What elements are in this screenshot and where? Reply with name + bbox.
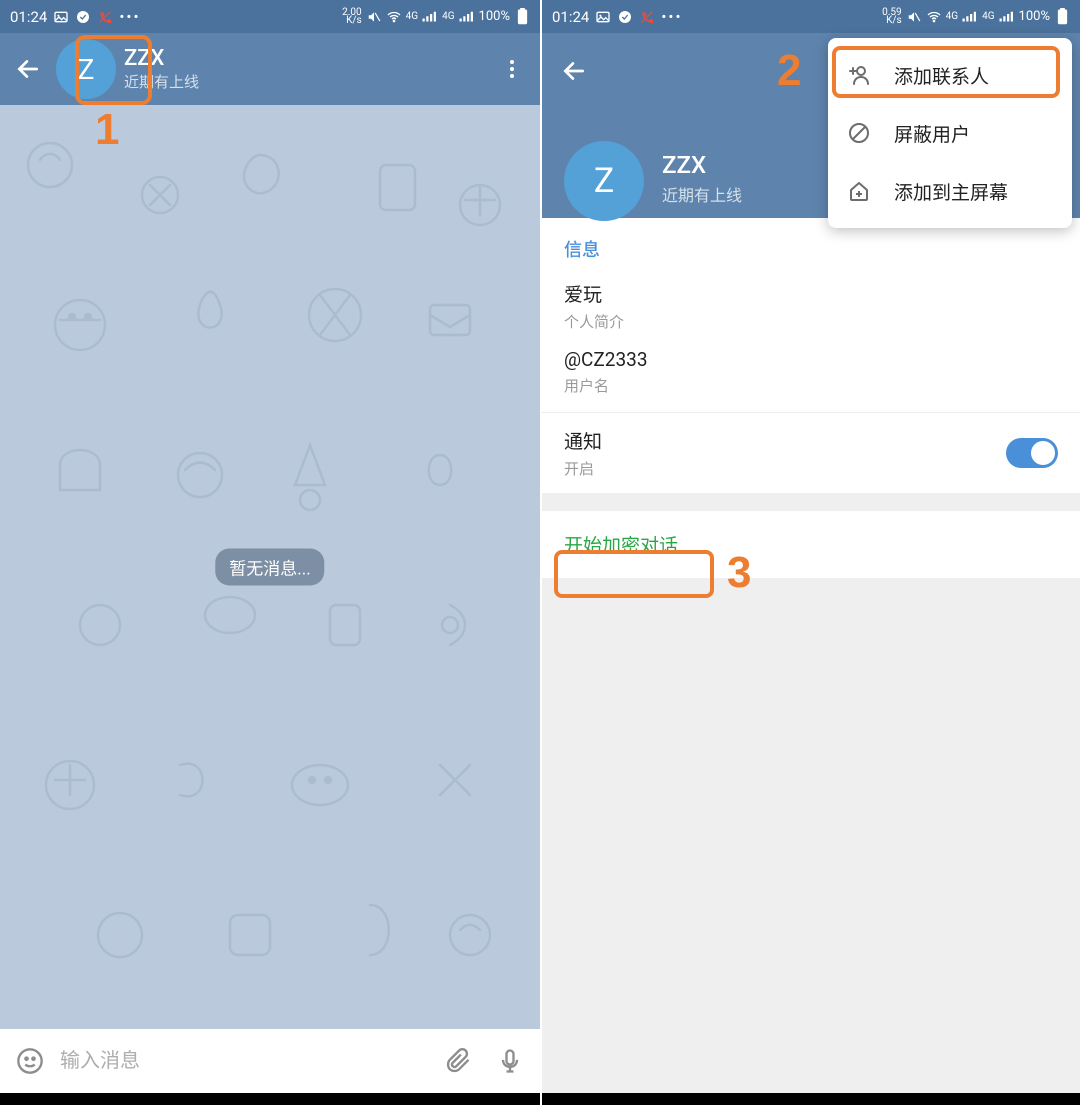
status-time: 01:24 bbox=[10, 8, 47, 26]
phone-off-icon bbox=[97, 9, 113, 25]
more-dots-icon-r: ••• bbox=[661, 8, 682, 26]
menu-add-contact[interactable]: 添加联系人 bbox=[828, 46, 1072, 104]
username-label: 用户名 bbox=[564, 375, 1058, 396]
notification-row[interactable]: 通知 开启 bbox=[564, 427, 1058, 479]
signal-4g-label-r2: 4G bbox=[982, 11, 994, 22]
chat-body[interactable]: 暂无消息... bbox=[0, 105, 540, 1029]
bio-value: 爱玩 bbox=[564, 280, 1058, 307]
android-nav-bar-right bbox=[542, 1093, 1080, 1105]
mute-icon-r bbox=[906, 9, 922, 25]
bio-row[interactable]: 爱玩 个人简介 bbox=[564, 280, 1058, 332]
profile-info-section: 信息 爱玩 个人简介 @CZ2333 用户名 通知 开启 bbox=[542, 218, 1080, 493]
signal-4g-label: 4G bbox=[406, 11, 418, 22]
signal-bars-icon-r2 bbox=[999, 9, 1015, 25]
chat-avatar[interactable]: Z bbox=[56, 39, 116, 99]
net-speed-indicator-r: 0.59K/s bbox=[882, 9, 902, 24]
smile-icon bbox=[16, 1047, 44, 1075]
chat-header: Z ZZX 近期有上线 bbox=[0, 33, 540, 105]
status-bar-right: 01:24 ••• 0.59K/s 4G 4G 100% bbox=[542, 0, 1080, 33]
profile-filler bbox=[542, 578, 1080, 1093]
divider bbox=[542, 412, 1080, 413]
arrow-left-icon bbox=[561, 58, 587, 84]
status-time-r: 01:24 bbox=[552, 8, 589, 26]
chat-name: ZZX bbox=[124, 46, 492, 71]
wifi-icon-r bbox=[926, 9, 942, 25]
battery-icon bbox=[514, 9, 530, 25]
emoji-button[interactable] bbox=[8, 1039, 52, 1083]
notification-toggle[interactable] bbox=[1006, 438, 1058, 468]
menu-block-user[interactable]: 屏蔽用户 bbox=[828, 104, 1072, 162]
home-plus-icon bbox=[846, 178, 872, 204]
mute-icon bbox=[366, 9, 382, 25]
secret-chat-label: 开始加密对话 bbox=[564, 534, 678, 557]
menu-block-user-label: 屏蔽用户 bbox=[894, 120, 970, 147]
avatar-letter: Z bbox=[78, 53, 95, 86]
signal-bars-icon-2 bbox=[459, 9, 475, 25]
check-icon bbox=[75, 9, 91, 25]
section-gap bbox=[542, 493, 1080, 511]
android-nav-bar-left bbox=[0, 1093, 540, 1105]
image-icon bbox=[53, 9, 69, 25]
status-bar-left: 01:24 ••• 2.00K/s 4G 4G 100% bbox=[0, 0, 540, 33]
voice-button[interactable] bbox=[488, 1039, 532, 1083]
net-speed-indicator: 2.00K/s bbox=[342, 9, 362, 24]
empty-chat-text: 暂无消息... bbox=[229, 560, 310, 580]
back-button[interactable] bbox=[8, 49, 48, 89]
message-input[interactable] bbox=[60, 1050, 428, 1073]
menu-add-contact-label: 添加联系人 bbox=[894, 62, 989, 89]
profile-name: ZZX bbox=[662, 151, 742, 179]
username-value: @CZ2333 bbox=[564, 348, 1058, 371]
more-options-button[interactable] bbox=[492, 49, 532, 89]
profile-back-button[interactable] bbox=[554, 51, 594, 91]
annotation-number-2: 2 bbox=[777, 46, 801, 96]
arrow-left-icon bbox=[15, 56, 41, 82]
check-icon-r bbox=[617, 9, 633, 25]
signal-4g-label-r: 4G bbox=[946, 11, 958, 22]
profile-avatar-letter: Z bbox=[594, 161, 614, 201]
battery-icon-r bbox=[1054, 9, 1070, 25]
options-dropdown-menu: 添加联系人 屏蔽用户 添加到主屏幕 bbox=[828, 38, 1072, 228]
bio-label: 个人简介 bbox=[564, 311, 1058, 332]
empty-chat-pill: 暂无消息... bbox=[215, 549, 324, 586]
image-icon-r bbox=[595, 9, 611, 25]
notif-title: 通知 bbox=[564, 427, 602, 454]
chat-input-bar bbox=[0, 1029, 540, 1093]
section-title-info: 信息 bbox=[564, 236, 1058, 262]
battery-percent: 100% bbox=[479, 9, 510, 24]
more-dots-icon: ••• bbox=[119, 8, 140, 26]
signal-bars-icon-r bbox=[962, 9, 978, 25]
more-vertical-icon bbox=[500, 57, 524, 81]
attach-button[interactable] bbox=[436, 1039, 480, 1083]
annotation-number-3: 3 bbox=[727, 548, 751, 598]
menu-add-home[interactable]: 添加到主屏幕 bbox=[828, 162, 1072, 220]
profile-last-seen: 近期有上线 bbox=[662, 182, 742, 206]
profile-avatar[interactable]: Z bbox=[564, 141, 644, 221]
signal-4g-label-2: 4G bbox=[442, 11, 454, 22]
wifi-icon bbox=[386, 9, 402, 25]
menu-add-home-label: 添加到主屏幕 bbox=[894, 178, 1008, 205]
toggle-knob bbox=[1031, 441, 1055, 465]
battery-percent-r: 100% bbox=[1019, 9, 1050, 24]
notif-status: 开启 bbox=[564, 458, 602, 479]
phone-off-icon-r bbox=[639, 9, 655, 25]
microphone-icon bbox=[496, 1047, 524, 1075]
add-person-icon bbox=[846, 62, 872, 88]
block-icon bbox=[846, 120, 872, 146]
annotation-number-1: 1 bbox=[95, 105, 119, 155]
paperclip-icon bbox=[444, 1047, 472, 1075]
username-row[interactable]: @CZ2333 用户名 bbox=[564, 348, 1058, 396]
start-secret-chat-button[interactable]: 开始加密对话 bbox=[542, 511, 1080, 578]
chat-title-area[interactable]: ZZX 近期有上线 bbox=[124, 46, 492, 92]
chat-last-seen: 近期有上线 bbox=[124, 71, 492, 92]
signal-bars-icon bbox=[422, 9, 438, 25]
